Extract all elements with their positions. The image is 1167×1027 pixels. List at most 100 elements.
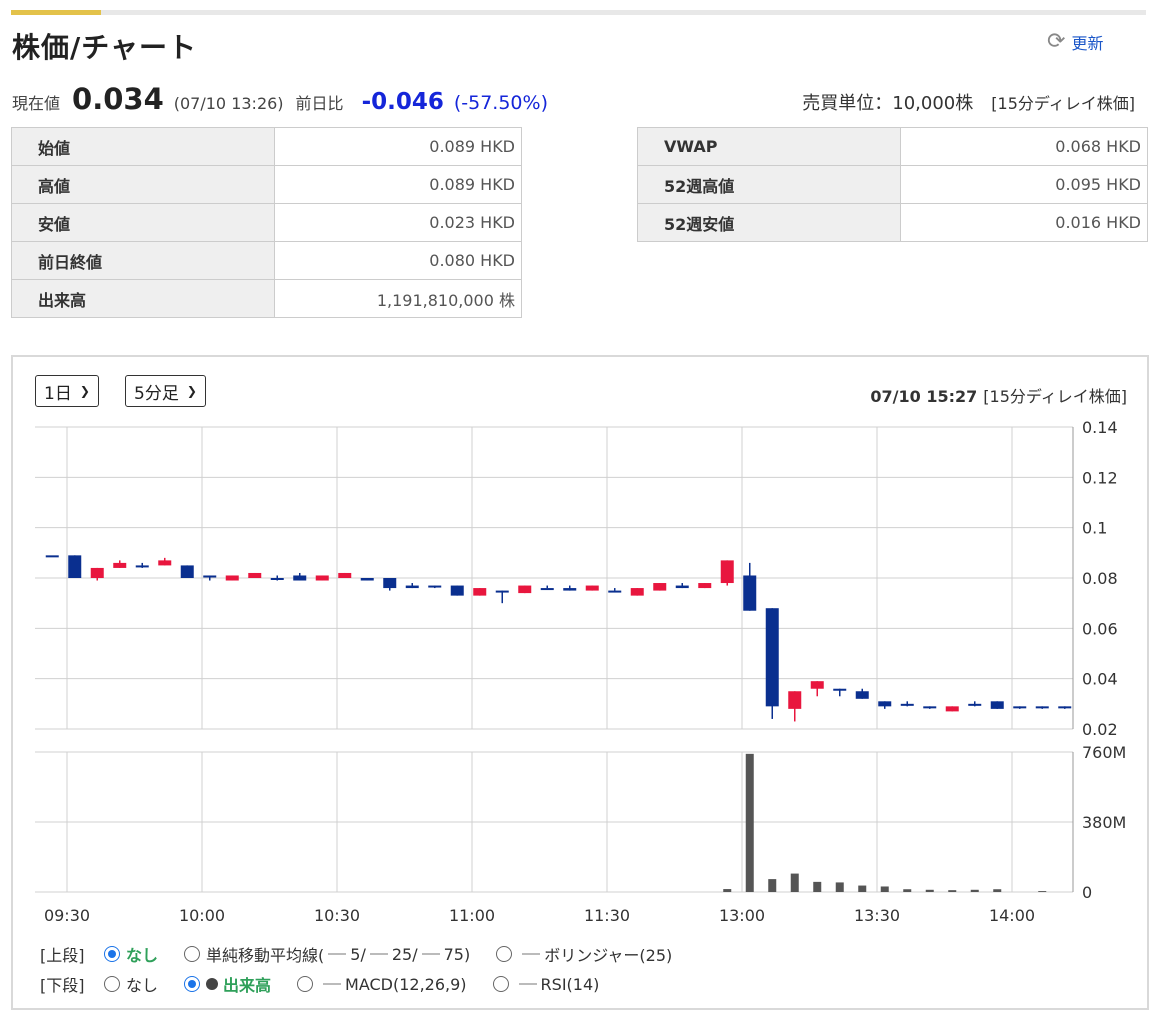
upper-option-sma[interactable]: 単純移動平均線( 5/25/75) (184, 942, 470, 966)
y-tick-label: 0.1 (1082, 519, 1107, 538)
lower-option-macd[interactable]: MACD(12,26,9) (297, 975, 467, 994)
candle-body (923, 706, 937, 709)
candle-body (900, 703, 914, 706)
candle-body (720, 560, 734, 584)
volume-bar (858, 885, 867, 892)
candle-body (203, 575, 217, 578)
candle-body (675, 585, 689, 589)
volume-bar (790, 873, 799, 892)
candle-body (135, 565, 149, 568)
candle-body (293, 575, 307, 581)
ma-25: 25/ (391, 944, 418, 964)
candle-body (1058, 706, 1072, 709)
x-tick-label: 13:00 (719, 906, 765, 925)
option-label: RSI(14) (540, 974, 600, 994)
candlestick-chart: 0.14 0.12 0.1 0.08 0.06 0.04 0.02 760M 380M 0 09:3… (35, 418, 1126, 925)
volume-bar (993, 889, 1002, 892)
candle-body (360, 578, 374, 581)
candle-body (405, 585, 419, 589)
candle-body (585, 585, 599, 591)
line-swatch (328, 953, 347, 955)
upper-option-none[interactable]: なし (104, 942, 158, 966)
volume-tick-label: 0 (1082, 883, 1092, 902)
candle-body (968, 703, 982, 706)
candle-body (788, 691, 802, 709)
y-tick-label: 0.06 (1082, 619, 1118, 638)
candle-body (270, 578, 284, 580)
candle-body (248, 572, 262, 578)
candle-body (765, 608, 779, 707)
option-label: ボリンジャー(25) (544, 946, 673, 965)
candle-body (383, 578, 397, 589)
candle-body (810, 681, 824, 689)
option-label: なし (126, 946, 159, 965)
candle-body (1035, 706, 1049, 709)
candle-body (473, 588, 487, 596)
candle-body (518, 585, 532, 594)
volume-bar (835, 882, 844, 892)
volume-bar (903, 889, 912, 892)
volume-bar (723, 889, 732, 892)
radio-icon (492, 976, 509, 992)
line-swatch (421, 953, 440, 955)
radio-icon (297, 976, 314, 992)
y-tick-label: 0.02 (1082, 720, 1118, 739)
lower-options: [下段] なし 出来高 MACD(12,26,9) RSI(14) (40, 972, 625, 996)
y-tick-label: 0.14 (1082, 418, 1118, 437)
y-tick-label: 0.04 (1082, 670, 1118, 689)
volume-bar (1038, 891, 1047, 892)
candle-body (540, 588, 554, 591)
candle-body (45, 555, 59, 558)
lower-option-none[interactable]: なし (104, 972, 158, 996)
candle-body (113, 562, 127, 568)
candle-body (450, 585, 464, 596)
line-swatch (518, 983, 537, 985)
candle-body (90, 567, 104, 578)
candle-body (68, 555, 82, 578)
x-tick-label: 11:00 (449, 906, 495, 925)
candle-body (180, 565, 194, 578)
x-tick-label: 09:30 (44, 906, 90, 925)
volume-tick-label: 380M (1082, 813, 1126, 832)
candle-body (833, 688, 847, 691)
x-tick-label: 13:30 (854, 906, 900, 925)
x-tick-label: 10:30 (314, 906, 360, 925)
x-tick-label: 14:00 (989, 906, 1035, 925)
candle-body (990, 701, 1004, 709)
option-label: 単純移動平均線( (206, 946, 325, 965)
candle-body (653, 583, 667, 591)
x-tick-label: 11:30 (584, 906, 630, 925)
lower-option-volume[interactable]: 出来高 (184, 972, 271, 996)
radio-icon (184, 946, 201, 962)
candle-body (630, 588, 644, 596)
option-label: MACD(12,26,9) (345, 974, 467, 994)
candle-body (608, 590, 622, 593)
candle-body (495, 590, 509, 593)
candle-body (743, 575, 757, 611)
y-tick-label: 0.12 (1082, 468, 1118, 487)
volume-bar (970, 889, 979, 892)
volume-bar (813, 881, 822, 892)
radio-icon (104, 976, 120, 992)
y-tick-label: 0.08 (1082, 569, 1118, 588)
candle-body (945, 706, 959, 712)
radio-icon (496, 946, 513, 962)
volume-bar (880, 886, 889, 892)
lower-option-rsi[interactable]: RSI(14) (492, 974, 600, 994)
upper-options: [上段] なし 単純移動平均線( 5/25/75) ボリンジャー(25) (40, 942, 698, 966)
volume-bar (925, 889, 934, 892)
candle-body (698, 583, 712, 589)
volume-tick-label: 760M (1082, 743, 1126, 762)
candle-body (158, 560, 172, 566)
line-swatch (522, 953, 541, 955)
option-label: 出来高 (223, 976, 272, 995)
upper-group-label: [上段] (40, 946, 85, 965)
upper-option-bollinger[interactable]: ボリンジャー(25) (496, 942, 672, 966)
volume-bar (948, 890, 957, 892)
option-label: なし (126, 976, 159, 995)
volume-bar (745, 753, 754, 892)
ma-5: 5/ (350, 944, 366, 964)
ma-75: 75) (443, 944, 471, 964)
line-swatch (369, 953, 388, 955)
x-tick-label: 10:00 (179, 906, 225, 925)
